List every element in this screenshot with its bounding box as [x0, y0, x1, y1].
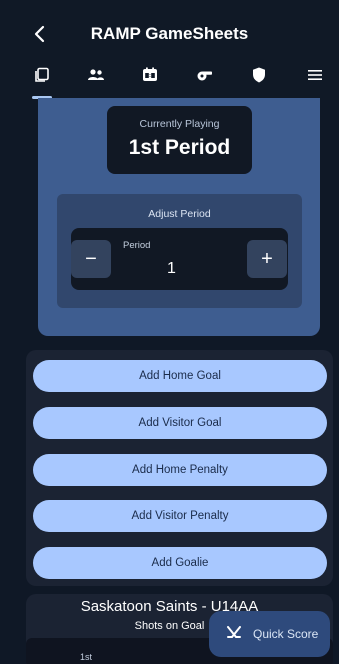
shield-icon — [252, 67, 266, 88]
current-period-value: 1st Period — [128, 136, 231, 159]
copy-icon — [34, 67, 50, 88]
add-home-penalty-button[interactable]: Add Home Penalty — [33, 454, 327, 486]
current-period-card: Currently Playing 1st Period — [107, 106, 252, 174]
current-period-label: Currently Playing — [139, 118, 220, 130]
add-visitor-penalty-button[interactable]: Add Visitor Penalty — [33, 500, 327, 532]
app-header: RAMP GameSheets — [0, 0, 339, 100]
tab-players[interactable] — [76, 60, 116, 94]
tab-menu[interactable] — [295, 60, 335, 94]
tab-officials[interactable] — [184, 60, 224, 94]
tab-team[interactable] — [239, 60, 279, 94]
adjust-period-label: Adjust Period — [148, 208, 211, 220]
period-value[interactable]: 1 — [167, 260, 176, 278]
period-field-label: Period — [123, 240, 151, 251]
scoreboard-icon — [142, 67, 158, 88]
decrement-period-button[interactable]: − — [71, 240, 111, 278]
tab-scoreboard[interactable] — [130, 60, 170, 94]
add-goalie-button[interactable]: Add Goalie — [33, 547, 327, 579]
quick-score-label: Quick Score — [253, 627, 319, 641]
whistle-icon — [195, 68, 213, 87]
tab-gamesheet[interactable] — [22, 60, 62, 94]
hockey-sticks-icon — [225, 625, 243, 643]
period-stepper: − Period 1 + — [71, 228, 288, 290]
tab-bar — [0, 60, 339, 100]
hamburger-menu-icon — [307, 68, 323, 87]
first-period-label: 1st — [80, 652, 93, 662]
quick-score-button[interactable]: Quick Score — [209, 611, 330, 657]
increment-period-button[interactable]: + — [247, 240, 287, 278]
add-home-goal-button[interactable]: Add Home Goal — [33, 360, 327, 392]
people-icon — [87, 68, 105, 87]
adjust-period-card: Adjust Period − Period 1 + — [57, 194, 302, 308]
page-title: RAMP GameSheets — [90, 24, 249, 43]
add-visitor-goal-button[interactable]: Add Visitor Goal — [33, 407, 327, 439]
